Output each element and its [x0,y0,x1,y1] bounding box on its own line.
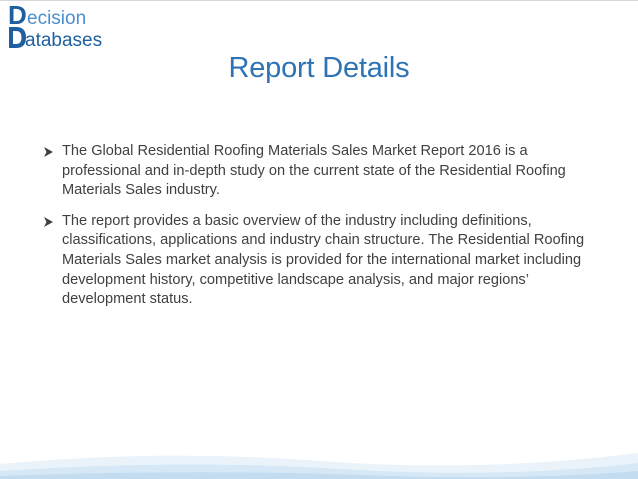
bullet-text: The report provides a basic overview of … [62,212,585,308]
logo-line1-initial: D [8,0,27,30]
arrowhead-bullet-icon [44,147,53,157]
page-title: Report Details [228,52,410,84]
decision-databases-logo: D ecision atabases [8,0,102,51]
bullet-list: The Global Residential Roofing Materials… [44,142,604,321]
logo-line1-text: ecision [27,8,86,29]
logo: D ecision atabases [6,0,126,60]
list-item: The Global Residential Roofing Materials… [44,142,604,201]
bullet-text: The Global Residential Roofing Materials… [62,143,566,199]
arrowhead-bullet-icon [44,216,53,227]
list-item: The report provides a basic overview of … [44,212,604,310]
decorative-wave [0,453,638,479]
logo-line2-initial-shape [9,27,26,48]
logo-line2-text: atabases [25,30,102,51]
slide: D ecision atabases Report Details The Gl… [0,0,638,479]
